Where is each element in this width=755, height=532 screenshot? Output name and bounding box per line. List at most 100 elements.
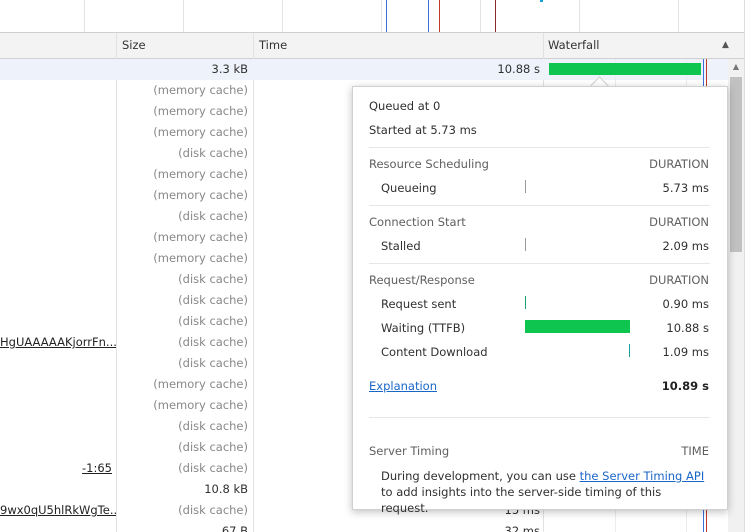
panel-edge: [744, 0, 755, 532]
section-connection-start: Connection Start: [369, 215, 466, 229]
request-name[interactable]: HgUAAAAAKjorrFn...: [0, 332, 116, 353]
request-size: (disk cache): [178, 419, 248, 433]
column-header-time[interactable]: Time: [254, 33, 539, 58]
phase-stalled-label: Stalled: [381, 239, 421, 253]
request-size: (disk cache): [178, 461, 248, 475]
scrollbar-thumb[interactable]: [730, 77, 742, 252]
request-size: (memory cache): [153, 377, 248, 391]
phase-request-sent-bar: [525, 296, 526, 309]
request-name[interactable]: [0, 290, 116, 311]
phase-request-sent-value: 0.90 ms: [662, 297, 709, 311]
request-name[interactable]: 9wx0qU5hlRkWgTe...: [0, 500, 116, 521]
request-name[interactable]: [0, 374, 116, 395]
queued-at-text: Queued at 0: [369, 99, 441, 113]
phase-queueing-label: Queueing: [381, 181, 437, 195]
request-name[interactable]: [0, 521, 116, 532]
waterfall-bar[interactable]: [549, 63, 701, 75]
request-name[interactable]: -1:65: [0, 458, 116, 479]
divider: [369, 147, 710, 148]
request-size: 3.3 kB: [211, 62, 249, 76]
column-header-waterfall[interactable]: Waterfall: [543, 33, 718, 58]
server-timing-api-link[interactable]: the Server Timing API: [580, 469, 705, 483]
phase-queueing-bar: [525, 180, 526, 193]
request-size: (disk cache): [178, 146, 248, 160]
timeline-overview[interactable]: [0, 0, 755, 33]
request-size: (disk cache): [178, 503, 248, 517]
request-name[interactable]: [0, 311, 116, 332]
request-time: 10.88 s: [497, 62, 540, 76]
overview-marker-red: [439, 0, 440, 32]
request-name[interactable]: [0, 122, 116, 143]
request-name[interactable]: [0, 269, 116, 290]
request-name[interactable]: [0, 479, 116, 500]
overview-grid-line: [579, 0, 580, 32]
section-resource-scheduling: Resource Scheduling: [369, 157, 489, 171]
server-timing-text: to add insights into the server-side tim…: [381, 485, 662, 515]
duration-header: DURATION: [649, 157, 709, 171]
request-size: (memory cache): [153, 104, 248, 118]
overview-marker-blue: [428, 0, 429, 32]
table-row[interactable]: 67 B 32 ms: [0, 521, 744, 532]
phase-queueing-value: 5.73 ms: [662, 181, 709, 195]
request-name[interactable]: [0, 80, 116, 101]
request-name[interactable]: [0, 353, 116, 374]
overview-grid-line: [381, 0, 382, 32]
request-size: (memory cache): [153, 251, 248, 265]
phase-stalled-bar: [525, 238, 526, 251]
overview-marker-cyan: [540, 0, 543, 2]
request-name[interactable]: [0, 395, 116, 416]
triangle-up-icon[interactable]: ▲: [722, 33, 729, 58]
phase-content-download-label: Content Download: [381, 345, 488, 359]
request-size: 10.8 kB: [204, 482, 248, 496]
request-name[interactable]: [0, 164, 116, 185]
started-at-text: Started at 5.73 ms: [369, 123, 477, 137]
request-size: (disk cache): [178, 356, 248, 370]
request-name[interactable]: [0, 185, 116, 206]
request-name[interactable]: [0, 227, 116, 248]
phase-waiting-label: Waiting (TTFB): [381, 321, 466, 335]
request-size: (memory cache): [153, 125, 248, 139]
request-size: (disk cache): [178, 209, 248, 223]
request-size: (memory cache): [153, 167, 248, 181]
total-duration: 10.89 s: [661, 379, 709, 393]
request-name[interactable]: [0, 248, 116, 269]
phase-content-download-value: 1.09 ms: [662, 345, 709, 359]
request-name[interactable]: [0, 143, 116, 164]
explanation-link[interactable]: Explanation: [369, 379, 437, 393]
duration-header: DURATION: [649, 273, 709, 287]
request-name[interactable]: [0, 101, 116, 122]
request-name[interactable]: [0, 59, 116, 80]
overview-grid-line: [183, 0, 184, 32]
request-name[interactable]: [0, 437, 116, 458]
divider: [369, 417, 710, 418]
request-name[interactable]: [0, 206, 116, 227]
phase-request-sent-label: Request sent: [381, 297, 457, 311]
request-size: (disk cache): [178, 440, 248, 454]
overview-marker-blue: [386, 0, 387, 32]
scroll-up-arrow-icon[interactable]: ▲: [728, 59, 744, 75]
request-size: (disk cache): [178, 293, 248, 307]
time-header: TIME: [681, 444, 709, 458]
request-size: (disk cache): [178, 314, 248, 328]
request-size: (disk cache): [178, 272, 248, 286]
overview-marker-dark-red: [495, 0, 496, 32]
overview-grid-line: [282, 0, 283, 32]
server-timing-description: During development, you can use the Serv…: [381, 468, 711, 516]
duration-header: DURATION: [649, 215, 709, 229]
column-header-size[interactable]: Size: [117, 33, 252, 58]
server-timing-text: During development, you can use: [381, 469, 580, 483]
timing-popover: Queued at 0 Started at 5.73 ms Resource …: [352, 86, 728, 515]
request-size: 67 B: [221, 524, 248, 532]
request-size: (memory cache): [153, 230, 248, 244]
request-size: (memory cache): [153, 188, 248, 202]
request-size: (memory cache): [153, 83, 248, 97]
overview-grid-line: [678, 0, 679, 32]
request-size: (disk cache): [178, 335, 248, 349]
phase-stalled-value: 2.09 ms: [662, 239, 709, 253]
request-size: (memory cache): [153, 398, 248, 412]
request-name[interactable]: [0, 416, 116, 437]
overview-grid-line: [84, 0, 85, 32]
phase-waiting-value: 10.88 s: [666, 321, 709, 335]
divider: [369, 205, 710, 206]
section-request-response: Request/Response: [369, 273, 475, 287]
